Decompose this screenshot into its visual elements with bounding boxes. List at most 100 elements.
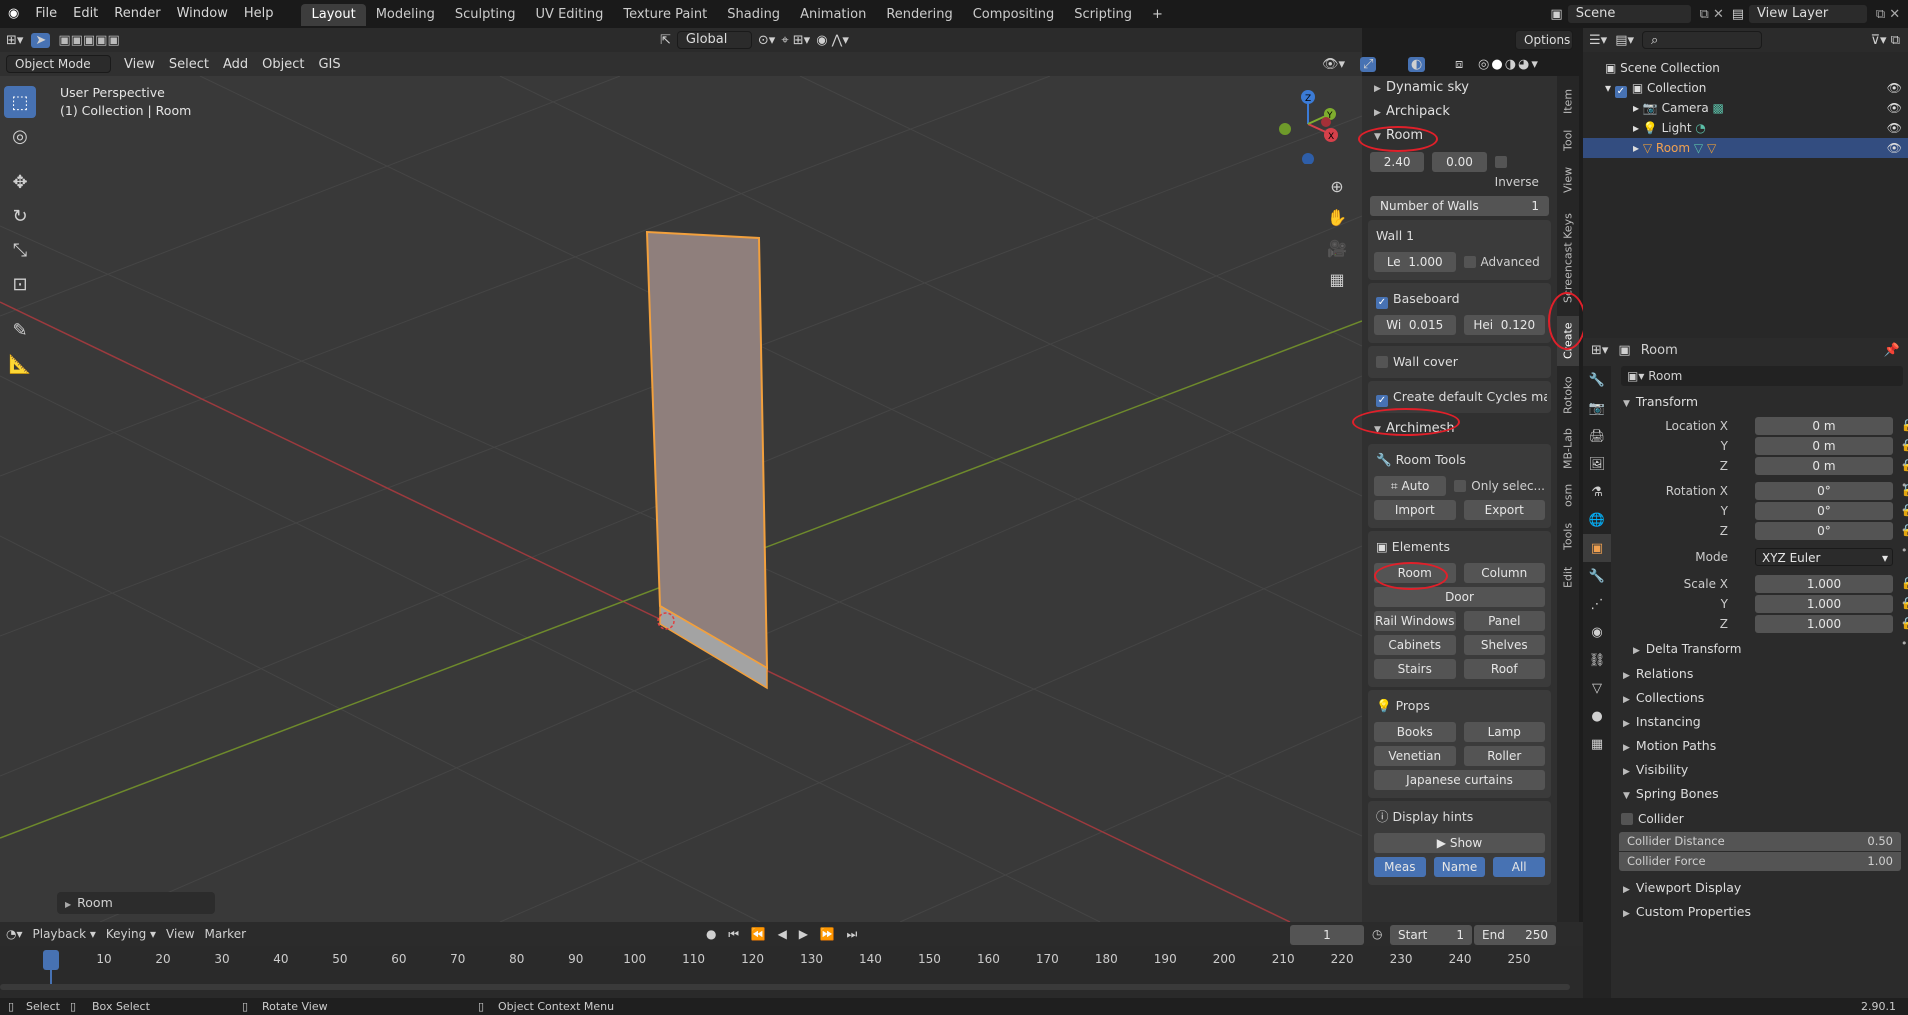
location-z-field[interactable]: 0 m	[1755, 457, 1893, 475]
advanced-checkbox[interactable]: Advanced	[1463, 252, 1546, 272]
annotate-icon[interactable]: ✎	[4, 314, 36, 346]
import-button[interactable]: Import	[1374, 500, 1456, 520]
shading-mode-icons[interactable]: ◎●◑◕▾	[1478, 57, 1540, 72]
overlay-toggle-icon[interactable]: ◐	[1408, 56, 1426, 72]
measure-icon[interactable]: 📐	[4, 348, 36, 380]
menu-render[interactable]: Render	[106, 0, 168, 28]
vtab-tool[interactable]: Tool	[1557, 124, 1579, 156]
menu-file[interactable]: File	[27, 0, 65, 28]
add-cabinets-button[interactable]: Cabinets	[1374, 635, 1456, 655]
material-tab-icon[interactable]: ●	[1583, 702, 1611, 730]
scene-icon[interactable]: ▣	[1550, 7, 1562, 22]
tab-compositing[interactable]: Compositing	[963, 4, 1065, 26]
vp-menu-add[interactable]: Add	[216, 57, 255, 72]
pin-icon[interactable]: 📌	[1884, 343, 1900, 358]
tab-uv-editing[interactable]: UV Editing	[526, 4, 614, 26]
menu-help[interactable]: Help	[236, 0, 282, 28]
filter-icon[interactable]: ⊽▾ ⧉	[1871, 33, 1900, 48]
wall-cover-box[interactable]: Wall cover	[1368, 346, 1551, 378]
view-layer-tab-icon[interactable]: 🖼	[1583, 450, 1611, 478]
baseboard-width-field[interactable]: Wi 0.015	[1374, 315, 1456, 335]
menu-edit[interactable]: Edit	[65, 0, 106, 28]
collider-checkbox[interactable]: Collider	[1621, 812, 1684, 826]
add-shelves-button[interactable]: Shelves	[1463, 635, 1545, 655]
editor-type-icon[interactable]: ◔▾	[6, 927, 23, 941]
view-layer-field[interactable]: View Layer	[1748, 4, 1868, 24]
object-name-field[interactable]: ▣▾ Room	[1621, 366, 1903, 386]
vtab-view[interactable]: View	[1557, 160, 1579, 200]
add-roof-button[interactable]: Roof	[1463, 659, 1545, 679]
add-stairs-button[interactable]: Stairs	[1374, 659, 1456, 679]
rotation-y-field[interactable]: 0°	[1755, 502, 1893, 520]
baseboard-height-field[interactable]: Hei 0.120	[1463, 315, 1545, 335]
world-tab-icon[interactable]: 🌐	[1583, 506, 1611, 534]
editor-type-icon[interactable]: ☰▾	[1589, 33, 1607, 48]
tab-texture-paint[interactable]: Texture Paint	[613, 4, 717, 26]
add-books-button[interactable]: Books	[1374, 722, 1456, 742]
particles-tab-icon[interactable]: ⋰	[1583, 590, 1611, 618]
output-tab-icon[interactable]: 🖨	[1583, 422, 1611, 450]
select-box-icon[interactable]: ⬚	[4, 86, 36, 118]
constraints-tab-icon[interactable]: ⛓	[1583, 646, 1611, 674]
number-of-walls-field[interactable]: Number of Walls 1	[1370, 196, 1549, 216]
render-tab-icon[interactable]: 📷	[1583, 394, 1611, 422]
vtab-screencast-keys[interactable]: Screencast Keys	[1557, 204, 1579, 312]
add-column-button[interactable]: Column	[1463, 563, 1545, 583]
vtab-tools[interactable]: Tools	[1557, 516, 1579, 556]
move-icon[interactable]: ✥	[4, 166, 36, 198]
location-y-field[interactable]: 0 m	[1755, 437, 1893, 455]
rotation-mode-dropdown[interactable]: XYZ Euler ▾	[1755, 548, 1893, 566]
tab-layout[interactable]: Layout	[301, 4, 366, 26]
vp-menu-select[interactable]: Select	[162, 57, 216, 72]
scale-y-field[interactable]: 1.000	[1755, 595, 1893, 613]
tool-tab-icon[interactable]: 🔧	[1583, 366, 1611, 394]
xray-icon[interactable]: ⧈	[1455, 57, 1463, 72]
scale-z-field[interactable]: 1.000	[1755, 615, 1893, 633]
tab-modeling[interactable]: Modeling	[366, 4, 445, 26]
vtab-mb-lab[interactable]: MB-Lab	[1557, 424, 1579, 474]
visibility-icon[interactable]: 👁▾	[1322, 57, 1345, 72]
collections-header[interactable]: ▶ Collections	[1623, 690, 1704, 705]
physics-tab-icon[interactable]: ◉	[1583, 618, 1611, 646]
gizmo-toggle-icon[interactable]: ⤢	[1360, 56, 1377, 72]
vtab-item[interactable]: Item	[1557, 81, 1579, 121]
current-frame-field[interactable]: 1	[1290, 925, 1364, 945]
timeline-scrollbar[interactable]	[0, 984, 1570, 990]
object-mode-dropdown[interactable]: Object Mode	[6, 55, 111, 73]
rotation-z-field[interactable]: 0°	[1755, 522, 1893, 540]
spring-bones-header[interactable]: ▼ Spring Bones	[1623, 786, 1719, 801]
only-selected-checkbox[interactable]: Only selec...	[1454, 476, 1545, 496]
navigation-gizmo[interactable]: Z X Y	[1270, 84, 1350, 164]
add-room-button[interactable]: Room	[1374, 563, 1456, 583]
delta-transform-header[interactable]: ▶ Delta Transform	[1633, 642, 1741, 656]
select-tool-icon[interactable]: ➤	[31, 32, 51, 48]
wall-length-field[interactable]: Le 1.000	[1374, 252, 1456, 272]
add-venetian-blind-button[interactable]: Venetian blind	[1374, 746, 1456, 783]
menu-window[interactable]: Window	[169, 0, 236, 28]
data-tab-icon[interactable]: ▽	[1583, 674, 1611, 702]
viewport-display-header[interactable]: ▶ Viewport Display	[1623, 880, 1741, 895]
motion-paths-header[interactable]: ▶ Motion Paths	[1623, 738, 1716, 753]
outliner-room[interactable]: ▸ ▽ Room ▽ ▽ 👁	[1583, 138, 1908, 158]
panel-archipack[interactable]: ▶ Archipack	[1362, 100, 1557, 124]
editor-type-icon[interactable]: ⊞▾	[1591, 343, 1608, 358]
collider-distance-field[interactable]: Collider Distance 0.50	[1619, 832, 1901, 851]
pivot-icon[interactable]: ⊙▾	[758, 33, 775, 48]
baseboard-checkbox[interactable]: ✓ Baseboard	[1372, 287, 1547, 311]
display-mode-icon[interactable]: ▤▾	[1615, 33, 1634, 48]
start-frame-field[interactable]: Start 1	[1390, 925, 1472, 945]
inverse-checkbox[interactable]: Inverse	[1494, 152, 1549, 192]
keying-menu[interactable]: Keying ▾	[106, 927, 156, 941]
playback-menu[interactable]: Playback ▾	[33, 927, 96, 941]
transform-panel-header[interactable]: ▼ Transform	[1623, 394, 1698, 409]
vtab-rotoko[interactable]: Rotoko	[1557, 370, 1579, 420]
3d-viewport[interactable]: User Perspective (1) Collection | Room Z…	[0, 76, 1362, 922]
relations-header[interactable]: ▶ Relations	[1623, 666, 1693, 681]
scale-icon[interactable]: ⤡	[4, 234, 36, 266]
hint-measure-button[interactable]: Meas	[1374, 857, 1426, 877]
panel-room[interactable]: ▼ Room	[1362, 124, 1557, 148]
blender-logo-icon[interactable]: ◉	[0, 0, 27, 28]
add-door-button[interactable]: Door	[1374, 587, 1545, 607]
timeline-marker-menu[interactable]: Marker	[205, 927, 246, 941]
last-operator-panel[interactable]: ▶ Room	[57, 892, 215, 914]
